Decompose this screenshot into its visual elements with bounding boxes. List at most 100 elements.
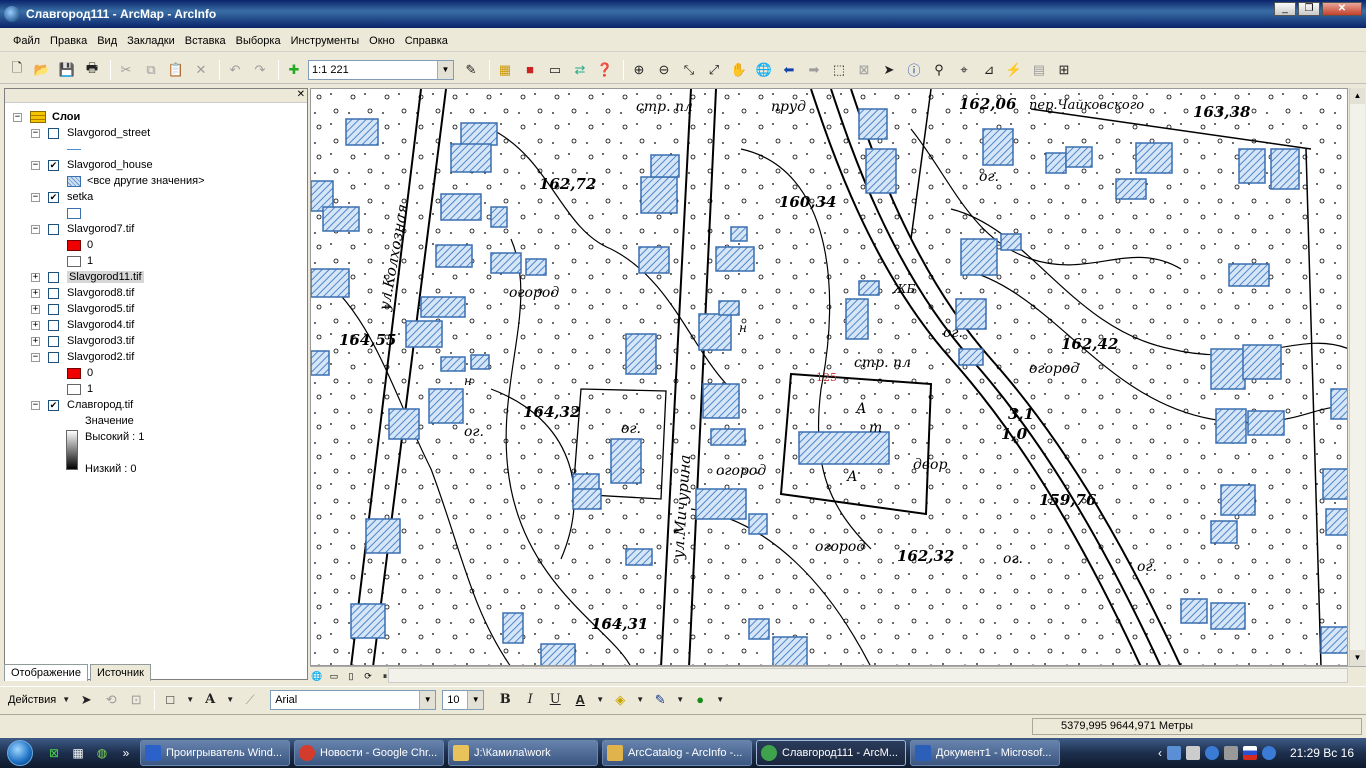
menu-file[interactable]: Файл [8, 33, 45, 49]
network-icon[interactable] [1166, 746, 1181, 760]
font-color-button[interactable]: A [569, 689, 591, 711]
expand-icon[interactable]: + [31, 320, 40, 330]
find-binoculars-icon[interactable]: ⚲ [928, 59, 950, 81]
device-icon[interactable] [1185, 746, 1200, 760]
pan-hand-icon[interactable]: ✋ [728, 59, 750, 81]
select-features-icon[interactable]: ⬚ [828, 59, 850, 81]
menu-bookmarks[interactable]: Закладки [122, 33, 180, 49]
print-icon[interactable]: 🖶 [81, 59, 103, 81]
map-canvas[interactable]: стр. пл пруд 162,06 пер.Чайковского 163,… [310, 88, 1348, 666]
scroll-up-icon[interactable]: ▲ [1350, 88, 1365, 104]
save-icon[interactable]: 💾 [56, 59, 78, 81]
add-data-icon[interactable]: ✚ [283, 59, 305, 81]
layer-row[interactable]: − ✔ Славгород.tif [31, 397, 133, 413]
italic-button[interactable]: I [519, 689, 541, 711]
open-icon[interactable]: 📂 [31, 59, 53, 81]
layer-row[interactable]: + Slavgorod4.tif [31, 317, 134, 333]
bold-button[interactable]: B [494, 689, 516, 711]
new-document-icon[interactable]: 🗋 [6, 59, 28, 81]
start-button[interactable] [0, 738, 40, 768]
text-tool-icon[interactable]: A [199, 689, 221, 711]
expand-icon[interactable]: + [31, 336, 40, 346]
map-scale-combo[interactable]: 1:1 221 ▼ [308, 59, 454, 80]
bluetooth-icon[interactable] [1204, 746, 1219, 760]
chevron-down-icon[interactable]: ▼ [437, 60, 453, 79]
collapse-icon[interactable]: − [31, 224, 40, 234]
refresh-icon[interactable]: ⟳ [361, 669, 375, 683]
font-name-combo[interactable]: Arial ▼ [270, 689, 437, 710]
line-color-icon[interactable]: ✎ [649, 689, 671, 711]
collapse-icon[interactable]: − [31, 400, 40, 410]
layout-view-icon[interactable]: ▯ [344, 669, 358, 683]
volume-icon[interactable] [1223, 746, 1238, 760]
layer-row[interactable]: − Slavgorod7.tif [31, 221, 134, 237]
taskbar-item-active[interactable]: Славгород111 - ArcM... [756, 740, 906, 766]
menu-selection[interactable]: Выборка [231, 33, 286, 49]
paste-icon[interactable]: 📋 [165, 59, 187, 81]
layer-checkbox[interactable] [48, 303, 59, 315]
calculator-icon[interactable]: ▦ [68, 743, 88, 763]
layer-row[interactable]: − ✔ setka [31, 189, 93, 205]
command-line-icon[interactable]: ▭ [544, 59, 566, 81]
layer-checkbox[interactable]: ✔ [48, 191, 59, 203]
drawing-actions-menu[interactable]: Действия [8, 694, 56, 706]
rotate-icon[interactable]: ⟲ [100, 689, 122, 711]
maximize-button[interactable]: ❐ [1298, 2, 1320, 16]
arctoolbox-icon[interactable]: ■ [519, 59, 541, 81]
tab-source[interactable]: Источник [89, 664, 151, 681]
layer-row[interactable]: + Slavgorod8.tif [31, 285, 134, 301]
chevron-down-icon[interactable]: ▼ [224, 689, 236, 711]
collapse-icon[interactable]: − [31, 192, 40, 202]
menu-tools[interactable]: Инструменты [286, 33, 365, 49]
chevron-down-icon[interactable]: ▼ [594, 689, 606, 711]
layer-row[interactable]: − ✔ Slavgorod_house [31, 157, 153, 173]
select-elements-arrow-icon[interactable]: ➤ [878, 59, 900, 81]
rectangle-tool-icon[interactable]: □ [159, 689, 181, 711]
tab-display[interactable]: Отображение [4, 664, 88, 681]
fixed-zoom-in-icon[interactable]: ⤡ [678, 59, 700, 81]
edit-vertices-icon[interactable]: ⟋ [239, 689, 261, 711]
chevron-down-icon[interactable]: ▼ [184, 689, 196, 711]
taskbar-item[interactable]: ArcCatalog - ArcInfo -... [602, 740, 752, 766]
data-view-icon[interactable]: ▭ [327, 669, 341, 683]
layer-row[interactable]: + Slavgorod5.tif [31, 301, 134, 317]
chevron-down-icon[interactable]: ▼ [674, 689, 686, 711]
fixed-zoom-out-icon[interactable]: ⤢ [703, 59, 725, 81]
map-horizontal-scrollbar[interactable] [388, 668, 1348, 683]
layer-checkbox[interactable] [48, 351, 59, 363]
marker-color-icon[interactable]: ● [689, 689, 711, 711]
close-icon[interactable]: ✕ [297, 89, 305, 100]
layer-checkbox[interactable] [48, 319, 59, 331]
layer-checkbox[interactable] [48, 335, 59, 347]
zoom-to-selected-icon[interactable]: ⊡ [125, 689, 147, 711]
layer-row[interactable]: − Slavgorod_street [31, 125, 150, 141]
quicklaunch-chevron-icon[interactable]: » [116, 743, 136, 763]
language-flag-icon[interactable] [1242, 746, 1257, 760]
menu-edit[interactable]: Правка [45, 33, 92, 49]
fill-color-icon[interactable]: ◈ [609, 689, 631, 711]
chevron-down-icon[interactable]: ▼ [714, 689, 726, 711]
layer-checkbox[interactable] [48, 127, 59, 139]
globe-icon[interactable]: 🌐 [310, 669, 324, 683]
expand-icon[interactable]: + [31, 304, 40, 314]
layer-checkbox[interactable] [48, 287, 59, 299]
zoom-out-icon[interactable]: ⊖ [653, 59, 675, 81]
copy-icon[interactable]: ⧉ [140, 59, 162, 81]
scroll-down-icon[interactable]: ▼ [1350, 650, 1365, 666]
close-button[interactable]: ✕ [1322, 2, 1362, 16]
modelbuilder-icon[interactable]: ⇄ [569, 59, 591, 81]
taskbar-item[interactable]: Документ1 - Microsof... [910, 740, 1060, 766]
taskbar-item[interactable]: Проигрыватель Wind... [140, 740, 290, 766]
chevron-down-icon[interactable]: ▼ [467, 690, 484, 709]
layer-checkbox[interactable]: ✔ [48, 159, 59, 171]
menu-window[interactable]: Окно [364, 33, 400, 49]
chevron-down-icon[interactable]: ▼ [634, 689, 646, 711]
collapse-icon[interactable]: − [31, 352, 40, 362]
chevron-down-icon[interactable]: ▼ [60, 689, 72, 711]
layer-checkbox[interactable] [48, 271, 59, 283]
redo-icon[interactable]: ↷ [249, 59, 271, 81]
utorrent-icon[interactable]: ◍ [92, 743, 112, 763]
clock[interactable]: 21:29 Вс 16 [1290, 746, 1354, 760]
menu-help[interactable]: Справка [400, 33, 453, 49]
select-arrow-icon[interactable]: ➤ [75, 689, 97, 711]
